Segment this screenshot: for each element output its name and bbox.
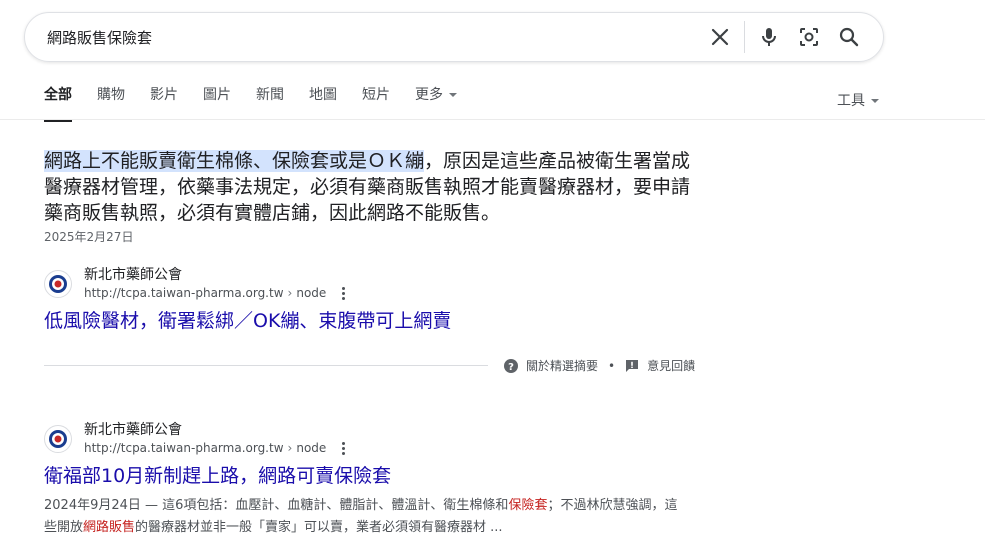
tab-label: 全部 — [44, 87, 72, 103]
result-site-name: 新北市藥師公會 — [84, 267, 182, 283]
mic-icon[interactable] — [749, 17, 789, 57]
result-title-link[interactable]: 衛福部10月新制趕上路，網路可賣保險套 — [44, 463, 684, 489]
snippet-date: 2025年2月27日 — [44, 230, 134, 244]
site-favicon-icon — [44, 270, 72, 298]
tab-label: 地圖 — [309, 87, 337, 103]
desc-text: 2024年9月24日 — 這6項包括：血壓計、血糖計、體脂計、體溫計、衛生棉條和 — [44, 498, 509, 513]
chevron-down-icon — [449, 93, 457, 97]
tab-all[interactable]: 全部 — [44, 84, 72, 122]
tab-more[interactable]: 更多 — [415, 84, 457, 116]
more-options-icon[interactable] — [338, 286, 348, 301]
feedback-separator: • — [608, 358, 616, 373]
desc-emphasis: 網路販售 — [83, 520, 136, 535]
desc-emphasis: 保險套 — [508, 498, 548, 513]
result-source[interactable]: 新北市藥師公會 http://tcpa.taiwan-pharma.org.tw… — [44, 421, 684, 457]
result-site-name: 新北市藥師公會 — [84, 422, 182, 438]
search-input[interactable] — [45, 27, 689, 47]
site-favicon-icon — [44, 425, 72, 453]
tab-shorts[interactable]: 短片 — [362, 84, 390, 116]
result-title-link[interactable]: 低風險醫材，衛署鬆綁／OK繃、束腹帶可上網賣 — [44, 308, 451, 334]
tab-label: 短片 — [362, 87, 390, 103]
search-box[interactable] — [24, 12, 884, 62]
breadcrumb-separator-icon: › — [287, 441, 293, 455]
tab-label: 圖片 — [203, 87, 231, 103]
tab-label: 新聞 — [256, 87, 284, 103]
featured-snippet: 網路上不能販賣衛生棉條、保險套或是ＯＫ繃，原因是這些產品被衛生署當成醫療器材管理… — [44, 148, 694, 226]
chevron-down-icon — [871, 99, 879, 103]
desc-text: 的醫療器材並非一般「賣家」可以賣，業者必須領有醫療器材 ... — [135, 520, 503, 535]
feedback-label: 意見回饋 — [647, 359, 696, 373]
tab-maps[interactable]: 地圖 — [309, 84, 337, 116]
help-circle-icon: ? — [504, 358, 518, 373]
result-source[interactable]: 新北市藥師公會 http://tcpa.taiwan-pharma.org.tw… — [44, 266, 451, 302]
result-url-host: http://tcpa.taiwan-pharma.org.tw — [84, 441, 284, 455]
tab-news[interactable]: 新聞 — [256, 84, 284, 116]
camera-lens-icon[interactable] — [789, 17, 829, 57]
snippet-feedback-row: ? 關於精選摘要 • 意見回饋 — [44, 356, 696, 376]
tools-button[interactable]: 工具 — [837, 90, 879, 110]
result-url-path: node — [296, 286, 327, 300]
tab-label: 影片 — [150, 87, 178, 103]
about-snippet-link[interactable]: ? 關於精選摘要 — [504, 357, 598, 374]
svg-text:?: ? — [508, 362, 514, 373]
snippet-highlight: 網路上不能販賣衛生棉條、保險套或是ＯＫ繃 — [44, 150, 425, 172]
tab-shopping[interactable]: 購物 — [97, 84, 125, 116]
search-result: 新北市藥師公會 http://tcpa.taiwan-pharma.org.tw… — [44, 421, 684, 539]
result-url: http://tcpa.taiwan-pharma.org.tw › node — [84, 284, 348, 302]
tab-label: 購物 — [97, 87, 125, 103]
search-result: 新北市藥師公會 http://tcpa.taiwan-pharma.org.tw… — [44, 266, 451, 334]
result-description: 2024年9月24日 — 這6項包括：血壓計、血糖計、體脂計、體溫計、衛生棉條和… — [44, 495, 684, 539]
feedback-link[interactable]: 意見回饋 — [625, 357, 695, 374]
tab-videos[interactable]: 影片 — [150, 84, 178, 116]
result-url-host: http://tcpa.taiwan-pharma.org.tw — [84, 286, 284, 300]
result-url: http://tcpa.taiwan-pharma.org.tw › node — [84, 439, 348, 457]
search-box-divider — [744, 21, 745, 53]
close-icon[interactable] — [700, 17, 740, 57]
tabs-divider — [0, 119, 985, 120]
tab-label: 更多 — [415, 87, 443, 103]
feedback-links: ? 關於精選摘要 • 意見回饋 — [504, 357, 695, 374]
search-tabs: 全部 購物 影片 圖片 新聞 地圖 短片 更多 — [44, 84, 482, 122]
feedback-icon — [626, 359, 639, 372]
about-snippet-label: 關於精選摘要 — [526, 359, 599, 373]
search-icon[interactable] — [829, 17, 869, 57]
search-box-actions — [700, 13, 869, 61]
result-url-path: node — [296, 441, 327, 455]
more-options-icon[interactable] — [338, 441, 348, 456]
tab-images[interactable]: 圖片 — [203, 84, 231, 116]
breadcrumb-separator-icon: › — [287, 286, 293, 300]
feedback-divider — [44, 365, 488, 366]
tools-label: 工具 — [837, 93, 865, 109]
